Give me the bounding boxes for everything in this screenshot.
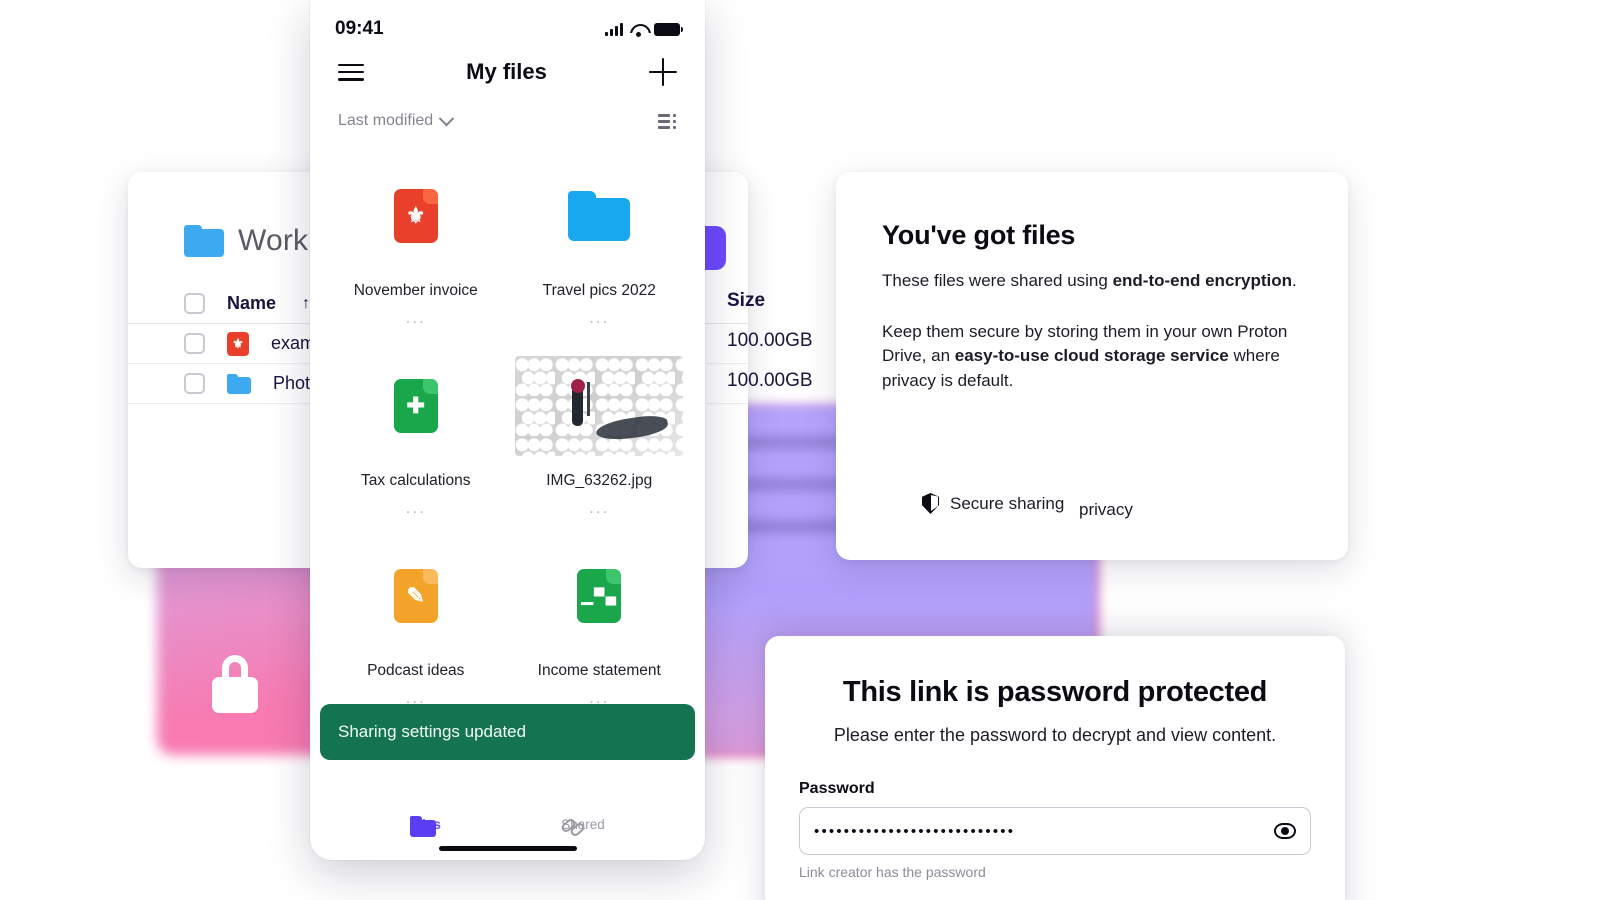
file-name: Income statement <box>537 662 661 679</box>
file-item-img-63262[interactable]: IMG_63262.jpg ... <box>508 338 692 528</box>
select-all-checkbox[interactable] <box>184 293 205 314</box>
file-name: IMG_63262.jpg <box>546 472 653 489</box>
battery-icon <box>654 22 683 36</box>
phone-mockup: 09:41 My files Last modified ⚜ November … <box>310 0 705 860</box>
para2-bold: easy-to-use cloud storage service <box>954 346 1229 366</box>
sort-label: Last modified <box>338 112 434 129</box>
file-thumbnail: ✎ <box>328 544 504 648</box>
pdf-file-icon: ⚜ <box>393 189 438 243</box>
hamburger-menu-icon[interactable] <box>338 63 364 81</box>
lock-icon <box>212 655 258 713</box>
toast-message: Sharing settings updated <box>338 722 527 741</box>
file-name: Travel pics 2022 <box>542 282 656 299</box>
file-thumbnail: ▁▀▄ <box>512 544 688 648</box>
file-more-icon[interactable]: ... <box>328 498 504 518</box>
phone-header: My files <box>310 44 705 86</box>
sort-ascending-icon[interactable]: ↑ <box>302 295 310 313</box>
row-size: 100.00GB <box>727 370 813 391</box>
pdf-file-icon: ⚜ <box>227 331 249 356</box>
password-input-wrapper[interactable]: ••••••••••••••••••••••••••• <box>799 807 1311 855</box>
folder-icon <box>227 373 251 394</box>
status-time: 09:41 <box>335 18 384 39</box>
column-header-size: Size <box>727 290 766 311</box>
file-name: Tax calculations <box>361 472 471 489</box>
file-more-icon[interactable]: ... <box>512 498 688 518</box>
signal-bars-icon <box>605 22 623 36</box>
password-card-subtitle: Please enter the password to decrypt and… <box>833 725 1277 745</box>
file-item-november-invoice[interactable]: ⚜ November invoice ... <box>324 148 508 338</box>
files-card-heading: You've got files <box>882 220 1076 250</box>
nav-item-shared[interactable]: Shared <box>560 816 605 838</box>
page-title: My files <box>466 59 547 84</box>
document-file-icon: ✎ <box>393 569 438 623</box>
folder-icon <box>568 191 631 241</box>
row-checkbox[interactable] <box>184 373 205 394</box>
file-item-travel-pics[interactable]: Travel pics 2022 ... <box>508 148 692 338</box>
chart-file-icon: ▁▀▄ <box>577 569 622 623</box>
row-size: 100.00GB <box>727 330 813 351</box>
eye-icon[interactable] <box>1274 823 1296 839</box>
password-card-heading: This link is password protected <box>842 676 1268 708</box>
file-item-podcast-ideas[interactable]: ✎ Podcast ideas ... <box>324 528 508 718</box>
spreadsheet-file-icon: ✚ <box>393 379 438 433</box>
password-input[interactable]: ••••••••••••••••••••••••••• <box>814 823 1274 840</box>
file-item-income-statement[interactable]: ▁▀▄ Income statement ... <box>508 528 692 718</box>
column-header-name[interactable]: Name <box>227 293 276 314</box>
wifi-icon <box>630 23 647 37</box>
files-card-paragraph-2: Keep them secure by storing them in your… <box>882 320 1304 394</box>
file-more-icon[interactable]: ... <box>512 308 688 328</box>
nav-item-files[interactable]: Files <box>410 816 441 834</box>
screenshot-stage: Work doc Name ↑ ⚜ exampl Photos Download… <box>0 0 1600 900</box>
feature-privacy-label: privacy <box>1079 500 1133 519</box>
size-column: Size 100.00GB 100.00GB <box>727 290 813 392</box>
file-thumbnail <box>512 354 688 458</box>
file-more-icon[interactable]: ... <box>328 308 504 328</box>
photo-thumbnail <box>515 356 684 456</box>
para1-bold: end-to-end encryption <box>1112 271 1293 290</box>
file-thumbnail: ✚ <box>328 354 504 458</box>
para1-pre: These files were shared using <box>882 271 1113 290</box>
file-name: November invoice <box>353 282 478 299</box>
sort-bar: Last modified <box>310 86 705 130</box>
file-thumbnail: ⚜ <box>328 164 504 268</box>
files-card-paragraph-1: These files were shared using end-to-end… <box>882 269 1304 294</box>
sort-control[interactable]: Last modified <box>338 110 455 130</box>
password-hint: Link creator has the password <box>799 864 986 880</box>
file-name: Podcast ideas <box>367 662 465 679</box>
plus-icon[interactable] <box>648 58 677 86</box>
file-grid: ⚜ November invoice ... Travel pics 2022 … <box>310 148 705 718</box>
chevron-down-icon <box>438 110 455 126</box>
para1-post: . <box>1292 271 1297 290</box>
toast-notification: Sharing settings updated <box>320 704 695 760</box>
home-indicator <box>438 846 577 851</box>
status-icons <box>605 22 683 37</box>
file-thumbnail <box>512 164 688 268</box>
password-protected-card: This link is password protected Please e… <box>765 636 1345 900</box>
password-field-label: Password <box>799 780 875 797</box>
bottom-navigation: Files Shared <box>310 816 705 838</box>
list-view-icon[interactable] <box>658 113 677 129</box>
file-item-tax-calculations[interactable]: ✚ Tax calculations ... <box>324 338 508 528</box>
status-bar: 09:41 <box>310 0 705 44</box>
shield-icon <box>922 493 939 514</box>
feature-secure-sharing: Secure sharing <box>922 493 1064 514</box>
folder-icon <box>184 225 224 257</box>
row-checkbox[interactable] <box>184 333 205 354</box>
feature-label: Secure sharing <box>950 493 1065 513</box>
